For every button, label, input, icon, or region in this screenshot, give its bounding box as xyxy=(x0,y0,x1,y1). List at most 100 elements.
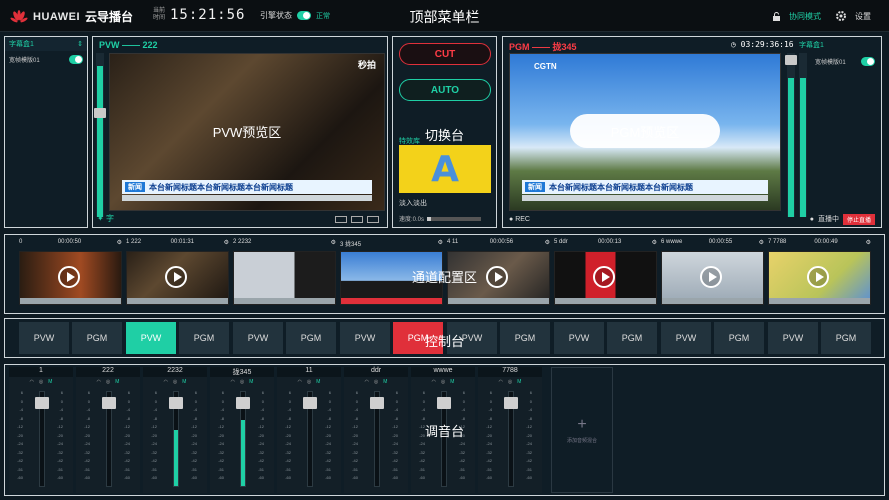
pgm-button[interactable]: PGM xyxy=(72,322,122,354)
layout-split-icon[interactable] xyxy=(367,216,379,223)
headphone-icon[interactable]: ◠ xyxy=(164,379,168,387)
monitor-icon[interactable]: M xyxy=(383,379,387,387)
channel-card[interactable]: 1 222 00:01:31 ⚙ xyxy=(126,239,229,313)
headphone-icon[interactable]: ◠ xyxy=(231,379,235,387)
settings-button[interactable]: 设置 xyxy=(855,11,871,22)
pgm-fader-a-knob[interactable] xyxy=(785,55,797,65)
effect-thumbnail[interactable]: A xyxy=(399,145,491,193)
gear-icon[interactable]: ⚙ xyxy=(117,239,122,248)
pvw-button[interactable]: PVW xyxy=(768,322,818,354)
pgm-button[interactable]: PGM xyxy=(393,322,443,354)
headphone-icon[interactable]: ◠ xyxy=(432,379,436,387)
channel-thumbnail[interactable] xyxy=(19,251,122,305)
monitor-icon[interactable]: M xyxy=(249,379,253,387)
headphone-icon[interactable]: ◠ xyxy=(365,379,369,387)
mute-icon[interactable]: ◎ xyxy=(39,379,43,387)
audio-fader-knob[interactable] xyxy=(102,397,116,409)
cut-button[interactable]: CUT xyxy=(399,43,491,65)
pgm-button[interactable]: PGM xyxy=(286,322,336,354)
speed-slider[interactable] xyxy=(427,216,482,221)
gear-icon[interactable] xyxy=(835,10,847,22)
gear-icon[interactable]: ⚙ xyxy=(545,239,550,248)
mute-icon[interactable]: ◎ xyxy=(374,379,378,387)
pvw-button[interactable]: PVW xyxy=(661,322,711,354)
audio-fader-knob[interactable] xyxy=(35,397,49,409)
monitor-icon[interactable]: M xyxy=(182,379,186,387)
play-icon[interactable] xyxy=(165,266,187,288)
channel-card[interactable]: 6 wwwe 00:00:55 ⚙ xyxy=(661,239,764,313)
pgm-video[interactable]: CGTN PGM预览区 新闻 本台新闻标题本台新闻标题本台新闻标题 xyxy=(509,53,781,211)
pgm-source-item[interactable]: 宽帧模版01 xyxy=(811,53,879,70)
channel-thumbnail[interactable] xyxy=(233,251,336,305)
channel-thumbnail[interactable] xyxy=(554,251,657,305)
audio-fader-knob[interactable] xyxy=(370,397,384,409)
gear-icon[interactable]: ⚙ xyxy=(866,239,871,248)
mute-icon[interactable]: ◎ xyxy=(441,379,445,387)
source-panel-header[interactable]: 字幕盒1 ⇕ xyxy=(5,37,87,51)
pvw-button[interactable]: PVW xyxy=(126,322,176,354)
channel-card[interactable]: 5 ddr 00:00:13 ⚙ xyxy=(554,239,657,313)
stop-live-button[interactable]: 停止直播 xyxy=(842,213,875,225)
audio-fader-knob[interactable] xyxy=(236,397,250,409)
channel-card[interactable]: 2 2232 ⚙ xyxy=(233,239,336,313)
monitor-icon[interactable]: M xyxy=(517,379,521,387)
pgm-fader-b[interactable] xyxy=(799,53,807,217)
source-item-toggle[interactable] xyxy=(69,55,83,64)
mute-icon[interactable]: ◎ xyxy=(307,379,311,387)
pvw-button[interactable]: PVW xyxy=(340,322,390,354)
headphone-icon[interactable]: ◠ xyxy=(30,379,34,387)
pvw-button[interactable]: PVW xyxy=(233,322,283,354)
pvw-footer-icon[interactable]: ✦ 字 xyxy=(97,213,114,224)
layout-pip-icon[interactable] xyxy=(351,216,363,223)
subtitle-icon[interactable]: 字 xyxy=(106,214,114,223)
channel-thumbnail[interactable] xyxy=(768,251,871,305)
mute-icon[interactable]: ◎ xyxy=(240,379,244,387)
sort-icon[interactable]: ⇕ xyxy=(77,40,83,48)
pvw-volume-fader[interactable] xyxy=(94,53,106,217)
pvw-button[interactable]: PVW xyxy=(554,322,604,354)
monitor-icon[interactable]: M xyxy=(48,379,52,387)
pgm-button[interactable]: PGM xyxy=(714,322,764,354)
play-icon[interactable] xyxy=(700,266,722,288)
add-audio-mix-button[interactable]: + 添加音频混合 xyxy=(551,367,613,493)
mute-icon[interactable]: ◎ xyxy=(173,379,177,387)
play-icon[interactable] xyxy=(486,266,508,288)
channel-card[interactable]: 3 拢345 ⚙ xyxy=(340,239,443,313)
channel-thumbnail[interactable] xyxy=(447,251,550,305)
gear-icon[interactable]: ⚙ xyxy=(652,239,657,248)
pgm-source[interactable]: 字幕盒1 xyxy=(799,40,824,50)
channel-thumbnail[interactable] xyxy=(340,251,443,305)
headphone-icon[interactable]: ◠ xyxy=(97,379,101,387)
channel-card[interactable]: 4 11 00:00:56 ⚙ xyxy=(447,239,550,313)
pvw-button[interactable]: PVW xyxy=(19,322,69,354)
monitor-icon[interactable]: M xyxy=(316,379,320,387)
play-icon[interactable] xyxy=(593,266,615,288)
mute-icon[interactable]: ◎ xyxy=(508,379,512,387)
layout-single-icon[interactable] xyxy=(335,216,347,223)
pgm-button[interactable]: PGM xyxy=(607,322,657,354)
headphone-icon[interactable]: ◠ xyxy=(499,379,503,387)
effects-icon[interactable]: ✦ xyxy=(97,214,104,223)
monitor-icon[interactable]: M xyxy=(450,379,454,387)
headphone-icon[interactable]: ◠ xyxy=(298,379,302,387)
audio-fader-knob[interactable] xyxy=(169,397,183,409)
gear-icon[interactable]: ⚙ xyxy=(331,239,336,248)
channel-card[interactable]: 0 00:00:50 ⚙ xyxy=(19,239,122,313)
gear-icon[interactable]: ⚙ xyxy=(438,239,443,248)
channel-thumbnail[interactable] xyxy=(661,251,764,305)
audio-fader-knob[interactable] xyxy=(303,397,317,409)
pgm-button[interactable]: PGM xyxy=(500,322,550,354)
source-item[interactable]: 宽帧模版01 xyxy=(5,51,87,68)
pvw-video[interactable]: 秒拍 PVW预览区 新闻 本台新闻标题本台新闻标题本台新闻标题 xyxy=(109,53,385,211)
audio-fader-knob[interactable] xyxy=(437,397,451,409)
gear-icon[interactable]: ⚙ xyxy=(759,239,764,248)
mute-icon[interactable]: ◎ xyxy=(106,379,110,387)
pgm-button[interactable]: PGM xyxy=(821,322,871,354)
monitor-icon[interactable]: M xyxy=(115,379,119,387)
gear-icon[interactable]: ⚙ xyxy=(224,239,229,248)
play-icon[interactable] xyxy=(807,266,829,288)
channel-thumbnail[interactable] xyxy=(126,251,229,305)
auto-button[interactable]: AUTO xyxy=(399,79,491,101)
pvw-button[interactable]: PVW xyxy=(447,322,497,354)
pgm-fader-a[interactable] xyxy=(785,53,797,217)
